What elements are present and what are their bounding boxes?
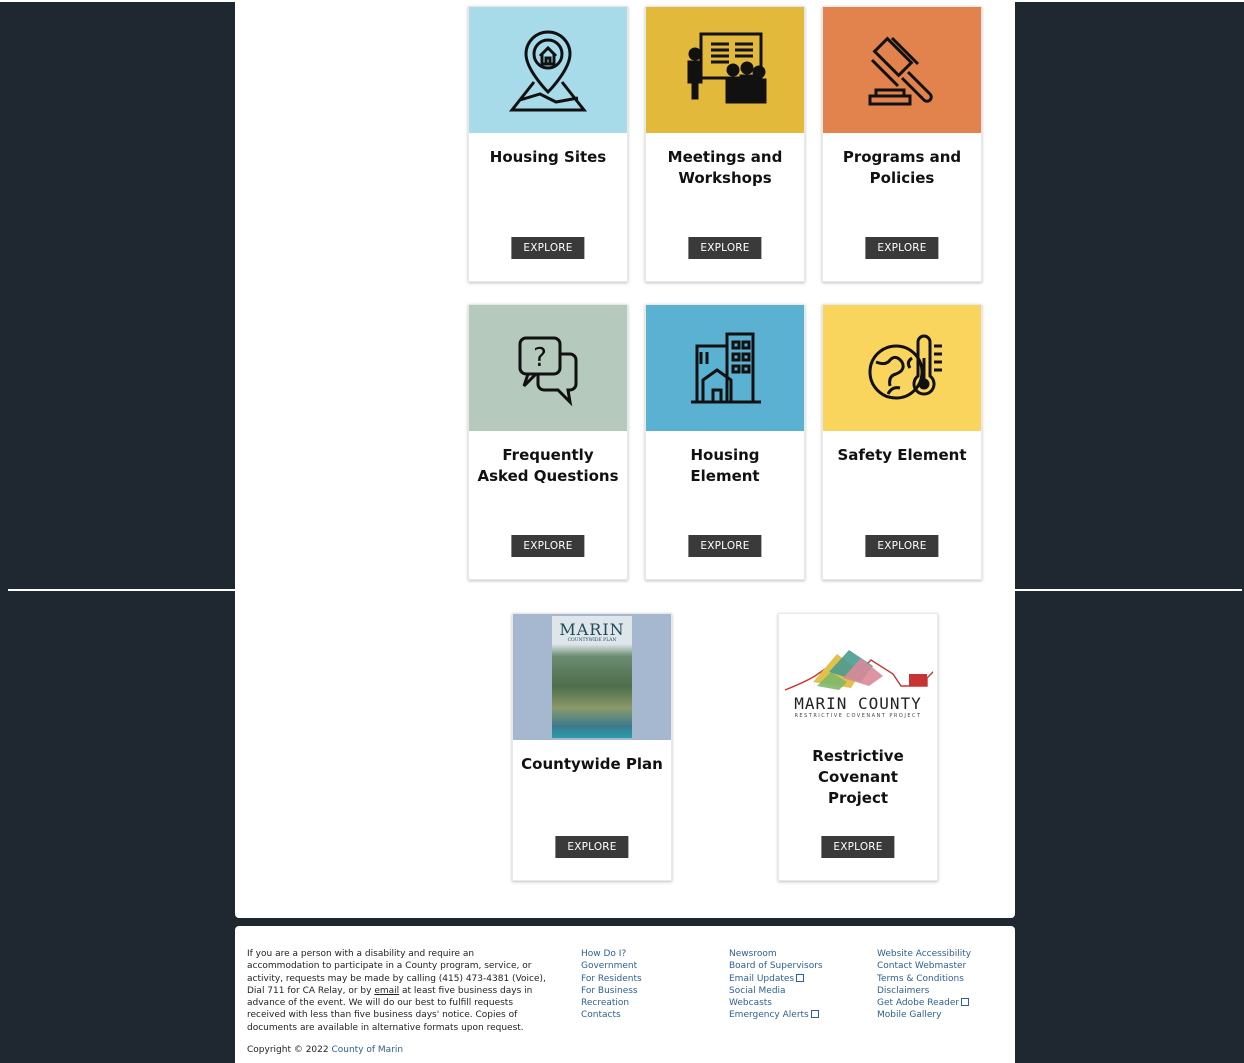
footer-column-1: How Do I? Government For Residents For B…	[581, 948, 642, 1022]
copyright: Copyright © 2022 County of Marin	[247, 1045, 403, 1055]
card-restrictive-covenant[interactable]: MARIN COUNTY RESTRICTIVE COVENANT PROJEC…	[778, 613, 938, 881]
countywide-plan-cover: MARIN COUNTYWIDE PLAN	[552, 616, 632, 738]
explore-button[interactable]: EXPLORE	[865, 237, 939, 259]
card-title: Meetings and Workshops	[667, 148, 783, 187]
copyright-text: Copyright © 2022	[247, 1045, 332, 1055]
footer-link-contacts[interactable]: Contacts	[581, 1009, 642, 1021]
footer-link-adobe-reader-row[interactable]: Get Adobe Reader	[877, 997, 971, 1009]
explore-button[interactable]: EXPLORE	[511, 237, 585, 259]
footer-link-terms-conditions[interactable]: Terms & Conditions	[877, 973, 971, 985]
card-title: Housing Sites	[489, 148, 607, 166]
card-image: MARIN COUNTYWIDE PLAN	[513, 614, 671, 740]
card-image: ?	[469, 305, 627, 431]
footer-link-emergency-alerts-row[interactable]: Emergency Alerts	[729, 1009, 823, 1021]
footer-link-social-media[interactable]: Social Media	[729, 985, 823, 997]
footer-link-email-updates-row[interactable]: Email Updates	[729, 973, 823, 985]
cover-subtitle: COUNTYWIDE PLAN	[567, 638, 617, 643]
footer-link-government[interactable]: Government	[581, 960, 642, 972]
footer-link-newsroom[interactable]: Newsroom	[729, 948, 823, 960]
card-safety-element[interactable]: Safety Element EXPLORE	[822, 304, 982, 580]
explore-button[interactable]: EXPLORE	[821, 836, 895, 858]
card-image	[823, 7, 981, 133]
footer-link-for-residents[interactable]: For Residents	[581, 973, 642, 985]
cover-title: MARIN	[559, 620, 625, 639]
external-link-icon	[796, 973, 805, 982]
card-faq[interactable]: ? Frequently Asked Questions EXPLORE	[468, 304, 628, 580]
gavel-icon	[868, 36, 933, 106]
card-housing-element[interactable]: Housing Element EXPLORE	[645, 304, 805, 580]
footer-link-website-accessibility[interactable]: Website Accessibility	[877, 948, 971, 960]
footer-link-for-business[interactable]: For Business	[581, 985, 642, 997]
card-title: Safety Element	[837, 446, 967, 464]
footer-column-2: Newsroom Board of Supervisors Email Upda…	[729, 948, 823, 1022]
card-image: MARIN COUNTY RESTRICTIVE COVENANT PROJEC…	[779, 614, 937, 740]
footer: If you are a person with a disability an…	[235, 926, 1015, 1063]
svg-text:?: ?	[533, 343, 547, 373]
accessibility-disclaimer: If you are a person with a disability an…	[247, 948, 547, 1034]
globe-thermometer-icon	[868, 334, 942, 400]
explore-button[interactable]: EXPLORE	[688, 237, 762, 259]
explore-button[interactable]: EXPLORE	[865, 535, 939, 557]
hills-logo-icon	[784, 650, 933, 691]
buildings-icon	[691, 332, 761, 404]
card-title: Housing Element	[690, 446, 760, 485]
footer-link-adobe-reader[interactable]: Get Adobe Reader	[877, 998, 959, 1008]
card-countywide-plan[interactable]: MARIN COUNTYWIDE PLAN Countywide Plan EX…	[512, 613, 672, 881]
logo-title: MARIN COUNTY	[794, 694, 922, 713]
explore-button[interactable]: EXPLORE	[688, 535, 762, 557]
external-link-icon	[961, 998, 970, 1007]
footer-link-emergency-alerts[interactable]: Emergency Alerts	[729, 1010, 809, 1020]
presentation-audience-icon	[687, 32, 767, 104]
card-image	[469, 7, 627, 133]
footer-link-disclaimers[interactable]: Disclaimers	[877, 985, 971, 997]
card-title: Frequently Asked Questions	[477, 446, 619, 485]
card-image	[646, 7, 804, 133]
footer-link-email-updates[interactable]: Email Updates	[729, 974, 794, 984]
footer-link-recreation[interactable]: Recreation	[581, 997, 642, 1009]
card-title: Restrictive Covenant Project	[812, 747, 904, 807]
footer-link-how-do-i[interactable]: How Do I?	[581, 948, 642, 960]
footer-link-mobile-gallery[interactable]: Mobile Gallery	[877, 1009, 971, 1021]
card-title: Countywide Plan	[521, 755, 663, 773]
card-meetings-workshops[interactable]: Meetings and Workshops EXPLORE	[645, 6, 805, 282]
map-pin-house-icon	[508, 30, 588, 112]
footer-link-webcasts[interactable]: Webcasts	[729, 997, 823, 1009]
footer-link-board-of-supervisors[interactable]: Board of Supervisors	[729, 960, 823, 972]
card-image	[646, 305, 804, 431]
card-programs-policies[interactable]: Programs and Policies EXPLORE	[822, 6, 982, 282]
card-title: Programs and Policies	[842, 148, 962, 187]
external-link-icon	[810, 1010, 819, 1019]
email-link[interactable]: email	[374, 986, 399, 996]
footer-column-3: Website Accessibility Contact Webmaster …	[877, 948, 971, 1022]
restrictive-covenant-logo: MARIN COUNTY RESTRICTIVE COVENANT PROJEC…	[783, 632, 933, 722]
explore-button[interactable]: EXPLORE	[511, 535, 585, 557]
question-chat-icon: ?	[518, 336, 578, 407]
footer-link-contact-webmaster[interactable]: Contact Webmaster	[877, 960, 971, 972]
county-of-marin-link[interactable]: County of Marin	[331, 1045, 403, 1055]
card-housing-sites[interactable]: Housing Sites EXPLORE	[468, 6, 628, 282]
explore-button[interactable]: EXPLORE	[555, 836, 629, 858]
section-divider	[8, 589, 1242, 591]
card-image	[823, 305, 981, 431]
logo-subtitle: RESTRICTIVE COVENANT PROJECT	[794, 713, 922, 719]
